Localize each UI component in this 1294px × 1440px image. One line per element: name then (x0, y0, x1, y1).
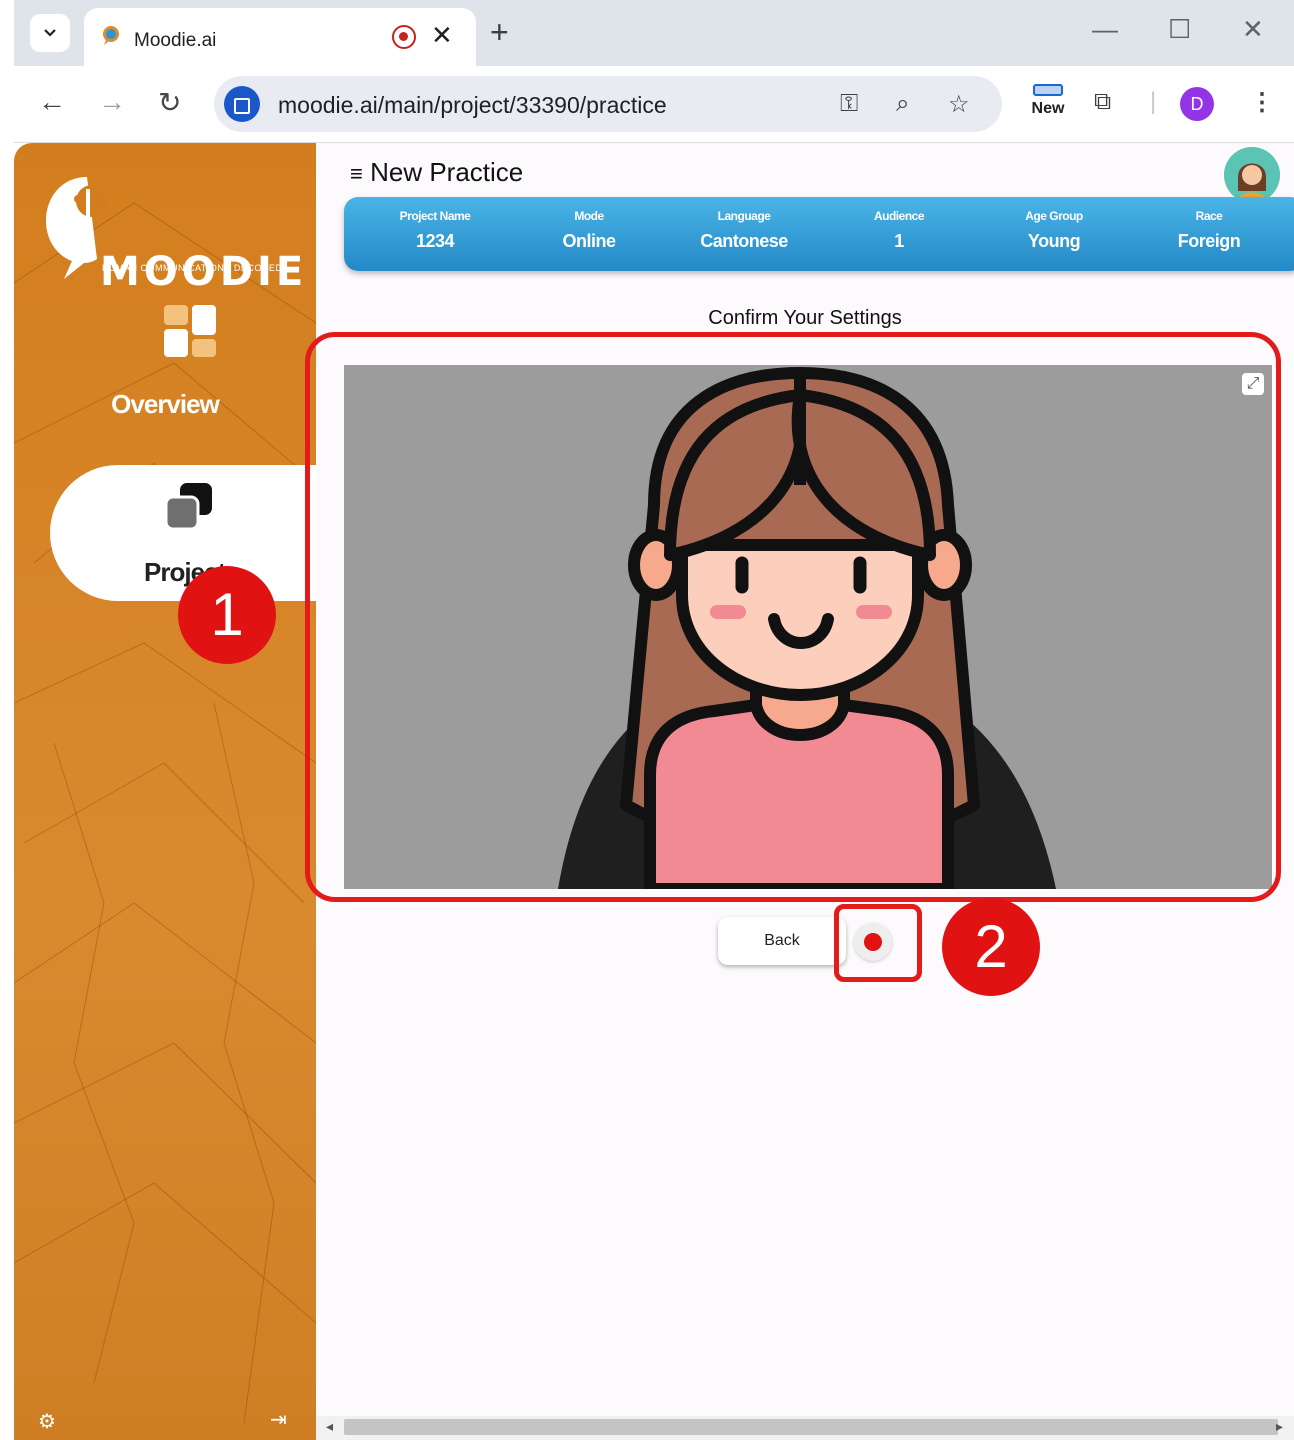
projects-icon (164, 483, 212, 531)
zoom-icon[interactable]: ⌕ (896, 90, 909, 118)
info-label: Audience (873, 209, 925, 223)
forward-arrow-icon[interactable]: → (98, 86, 126, 118)
menu-kebab-icon[interactable]: ⋮ (1250, 88, 1274, 117)
tab-title: Moodie.ai (134, 30, 217, 51)
video-highlight-box (305, 332, 1281, 902)
user-avatar-icon (1224, 147, 1280, 203)
browser-tab[interactable]: Moodie.ai ✕ (84, 8, 476, 66)
browser-toolbar: ← → ↻ moodie.ai/main/project/33390/pract… (14, 66, 1294, 143)
page-title: ≡ New Practice (350, 157, 523, 188)
scroll-left-icon[interactable]: ◂ (326, 1418, 333, 1435)
recording-indicator-icon (392, 25, 416, 49)
sidebar: MOODIE HUMAN COMMUNICATIONS DECODED Over… (14, 143, 316, 1440)
info-value: Cantonese (700, 231, 788, 251)
info-value: Young (1027, 231, 1081, 251)
info-race: Race Foreign (1144, 209, 1274, 252)
tab-search-button[interactable] (30, 14, 70, 52)
info-label: Age Group (1025, 209, 1083, 223)
moodie-favicon-icon (103, 26, 119, 45)
key-icon[interactable]: ⚿ (840, 90, 858, 118)
logout-icon[interactable]: ⇥ (270, 1407, 287, 1432)
browser-chrome: Moodie.ai ✕ + — ☐ ✕ ← → ↻ moodie.ai/main… (14, 0, 1294, 143)
toolbar-divider: | (1150, 88, 1157, 115)
sidebar-item-overview[interactable]: Overview (14, 299, 316, 419)
info-language: Language Cantonese (679, 209, 809, 252)
dashboard-icon (164, 305, 216, 357)
logo-subtitle: HUMAN COMMUNICATIONS DECODED (102, 263, 283, 273)
info-value: 1 (894, 231, 904, 251)
minimize-icon[interactable]: — (1092, 14, 1118, 45)
new-feature-icon (1033, 84, 1063, 96)
screenshot-frame: Moodie.ai ✕ + — ☐ ✕ ← → ↻ moodie.ai/main… (0, 0, 1294, 1440)
info-label: Race (1195, 209, 1223, 223)
new-tab-button[interactable]: + (490, 14, 509, 51)
camera-site-icon[interactable] (224, 86, 260, 122)
sidebar-item-label: Overview (111, 389, 220, 419)
info-label: Language (717, 209, 771, 223)
maximize-icon[interactable]: ☐ (1168, 14, 1191, 45)
info-mode: Mode Online (524, 209, 654, 252)
tab-bar: Moodie.ai ✕ + — ☐ ✕ (14, 0, 1294, 66)
address-bar[interactable]: moodie.ai/main/project/33390/practice ⚿ … (214, 76, 1002, 132)
horizontal-scrollbar[interactable]: ◂ ▸ (316, 1416, 1294, 1440)
step-badge-1: 1 (178, 566, 276, 664)
practice-settings-bar: Project Name 1234 Mode Online Language C… (344, 197, 1294, 271)
chevron-down-icon (44, 29, 56, 37)
hamburger-menu-icon[interactable]: ≡ (350, 161, 363, 186)
bookmark-star-icon[interactable]: ☆ (948, 90, 970, 119)
info-value: 1234 (415, 231, 455, 251)
moodie-logo[interactable]: MOODIE HUMAN COMMUNICATIONS DECODED (42, 171, 303, 295)
new-feature-button[interactable]: New (1026, 84, 1070, 128)
tab-close-button[interactable]: ✕ (431, 20, 453, 51)
reload-icon[interactable]: ↻ (158, 86, 181, 119)
left-edge (0, 0, 14, 1440)
confirm-settings-heading: Confirm Your Settings (708, 307, 902, 329)
info-label: Project Name (399, 209, 471, 223)
new-feature-label: New (1031, 100, 1065, 117)
back-button[interactable]: Back (718, 917, 846, 965)
scroll-right-icon[interactable]: ▸ (1276, 1418, 1283, 1435)
settings-gear-icon[interactable]: ⚙ (38, 1409, 56, 1434)
step-badge-2: 2 (942, 898, 1040, 996)
url-text[interactable]: moodie.ai/main/project/33390/practice (278, 92, 667, 119)
info-value: Online (562, 231, 616, 251)
back-arrow-icon[interactable]: ← (38, 86, 66, 118)
scrollbar-thumb[interactable] (344, 1419, 1278, 1435)
info-label: Mode (574, 209, 604, 223)
window-close-icon[interactable]: ✕ (1242, 14, 1264, 45)
info-project-name: Project Name 1234 (370, 209, 500, 252)
user-avatar[interactable] (1224, 147, 1280, 203)
page-title-text: New Practice (370, 157, 524, 187)
info-age-group: Age Group Young (989, 209, 1119, 252)
record-highlight-box (834, 904, 922, 982)
profile-avatar[interactable]: D (1180, 87, 1214, 121)
extensions-icon[interactable]: ⧉ (1094, 88, 1111, 116)
info-value: Foreign (1177, 231, 1241, 251)
info-audience: Audience 1 (834, 209, 964, 252)
sidebar-item-projects[interactable]: Projects (50, 465, 316, 601)
